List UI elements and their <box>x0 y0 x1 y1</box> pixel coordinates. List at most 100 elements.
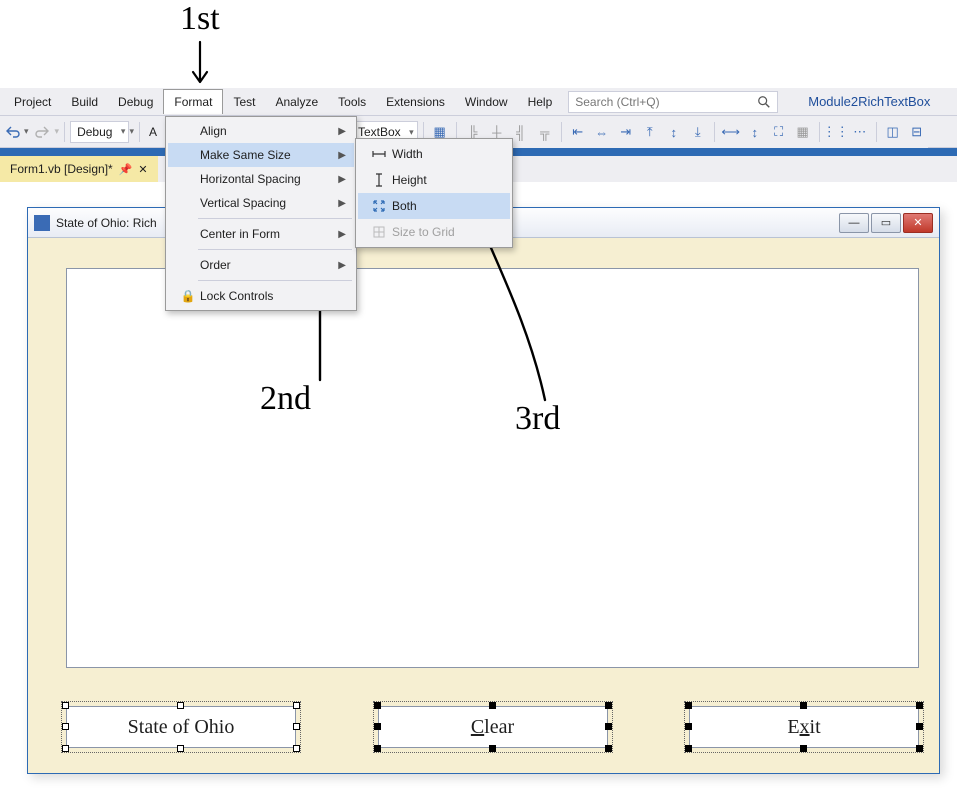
align-centers-icon[interactable]: ⇔ <box>591 121 613 143</box>
button-label: Exit <box>787 716 820 739</box>
resize-handle[interactable] <box>293 723 300 730</box>
config-dropdown[interactable]: Debug <box>70 121 129 143</box>
resize-handle[interactable] <box>916 702 923 709</box>
solution-name: Module2RichTextBox <box>808 94 930 109</box>
chevron-down-icon: ▾ <box>55 126 60 137</box>
menu-test[interactable]: Test <box>223 90 265 114</box>
separator <box>64 122 65 142</box>
align-tops-icon[interactable]: ⤒ <box>639 121 661 143</box>
menu-make-same-size[interactable]: Make Same Size▶ <box>168 143 354 167</box>
menu-build[interactable]: Build <box>61 90 108 114</box>
menu-lock-controls[interactable]: 🔒Lock Controls <box>168 284 354 308</box>
center-v-icon[interactable]: ⊟ <box>906 121 928 143</box>
lock-icon: 🔒 <box>176 289 200 303</box>
menu-vertical-spacing[interactable]: Vertical Spacing▶ <box>168 191 354 215</box>
close-icon[interactable]: ✕ <box>138 163 147 176</box>
button-clear[interactable]: Clear <box>378 706 608 748</box>
menu-format[interactable]: Format <box>163 89 223 114</box>
vspace-equal-icon[interactable]: ⋯ <box>849 121 871 143</box>
same-height-icon[interactable]: ↕ <box>744 121 766 143</box>
tab-form1-design[interactable]: Form1.vb [Design]* 📌 ✕ <box>0 156 158 182</box>
resize-handle[interactable] <box>800 702 807 709</box>
separator <box>876 122 877 142</box>
resize-handle[interactable] <box>605 745 612 752</box>
chevron-right-icon: ▶ <box>338 229 346 240</box>
search-placeholder: Search (Ctrl+Q) <box>575 95 757 109</box>
resize-handle[interactable] <box>293 745 300 752</box>
width-icon <box>366 146 392 162</box>
resize-handle[interactable] <box>374 745 381 752</box>
resize-handle[interactable] <box>177 745 184 752</box>
minimize-button[interactable]: — <box>839 213 869 233</box>
resize-handle[interactable] <box>685 702 692 709</box>
menu-align[interactable]: Align▶ <box>168 119 354 143</box>
resize-handle[interactable] <box>177 702 184 709</box>
resize-handle[interactable] <box>916 723 923 730</box>
menu-bar: Project Build Debug Format Test Analyze … <box>0 88 957 116</box>
submenu-height[interactable]: Height <box>358 167 510 193</box>
align-bottoms-icon[interactable]: ⤓ <box>687 121 709 143</box>
menu-order[interactable]: Order▶ <box>168 253 354 277</box>
richtextbox-control[interactable] <box>66 268 919 668</box>
chevron-down-icon[interactable]: ▾ <box>24 126 29 137</box>
resize-handle[interactable] <box>605 723 612 730</box>
menu-tools[interactable]: Tools <box>328 90 376 114</box>
same-size-icon[interactable]: ⛶ <box>768 121 790 143</box>
grid-icon <box>366 224 392 240</box>
button-exit[interactable]: Exit <box>689 706 919 748</box>
center-h-icon[interactable]: ◫ <box>882 121 904 143</box>
designer-surface[interactable]: State of Ohio: Rich — ▭ ✕ State of Ohio <box>0 182 957 789</box>
align-rights-icon[interactable]: ⇥ <box>615 121 637 143</box>
search-input[interactable]: Search (Ctrl+Q) <box>568 91 778 113</box>
resize-handle[interactable] <box>62 745 69 752</box>
resize-handle[interactable] <box>916 745 923 752</box>
maximize-button[interactable]: ▭ <box>871 213 901 233</box>
resize-handle[interactable] <box>293 702 300 709</box>
align-top-icon[interactable]: ╦ <box>534 121 556 143</box>
align-lefts-icon[interactable]: ⇤ <box>567 121 589 143</box>
chevron-right-icon: ▶ <box>338 126 346 137</box>
menu-debug[interactable]: Debug <box>108 90 163 114</box>
submenu-width[interactable]: Width <box>358 141 510 167</box>
menu-extensions[interactable]: Extensions <box>376 90 455 114</box>
chevron-down-icon[interactable]: ▾ <box>129 126 134 137</box>
close-button[interactable]: ✕ <box>903 213 933 233</box>
redo-button[interactable] <box>31 121 53 143</box>
submenu-both[interactable]: Both <box>358 193 510 219</box>
resize-handle[interactable] <box>374 723 381 730</box>
pin-icon[interactable]: 📌 <box>119 163 133 176</box>
menu-center-in-form[interactable]: Center in Form▶ <box>168 222 354 246</box>
resize-handle[interactable] <box>489 702 496 709</box>
resize-handle[interactable] <box>62 723 69 730</box>
arrow-1st <box>185 40 215 90</box>
chevron-right-icon: ▶ <box>338 198 346 209</box>
button-state-of-ohio[interactable]: State of Ohio <box>66 706 296 748</box>
menu-horizontal-spacing[interactable]: Horizontal Spacing▶ <box>168 167 354 191</box>
menu-help[interactable]: Help <box>518 90 563 114</box>
menu-analyze[interactable]: Analyze <box>265 90 328 114</box>
resize-handle[interactable] <box>800 745 807 752</box>
menu-window[interactable]: Window <box>455 90 518 114</box>
separator <box>198 249 352 250</box>
size-to-grid-icon[interactable]: ▦ <box>792 121 814 143</box>
form-preview[interactable]: State of Ohio: Rich — ▭ ✕ State of Ohio <box>27 207 940 774</box>
resize-handle[interactable] <box>489 745 496 752</box>
both-icon <box>366 198 392 214</box>
separator <box>198 280 352 281</box>
resize-handle[interactable] <box>374 702 381 709</box>
form-button-row: State of Ohio Clear <box>66 706 919 748</box>
separator <box>714 122 715 142</box>
align-middles-icon[interactable]: ↕ <box>663 121 685 143</box>
resize-handle[interactable] <box>685 745 692 752</box>
menu-project[interactable]: Project <box>4 90 61 114</box>
button-label: Clear <box>471 716 514 739</box>
same-width-icon[interactable]: ⟷ <box>720 121 742 143</box>
chevron-right-icon: ▶ <box>338 150 346 161</box>
resize-handle[interactable] <box>62 702 69 709</box>
submenu-size-to-grid: Size to Grid <box>358 219 510 245</box>
undo-split-button[interactable] <box>2 121 24 143</box>
resize-handle[interactable] <box>605 702 612 709</box>
hspace-equal-icon[interactable]: ⋮⋮ <box>825 121 847 143</box>
chevron-right-icon: ▶ <box>338 174 346 185</box>
resize-handle[interactable] <box>685 723 692 730</box>
